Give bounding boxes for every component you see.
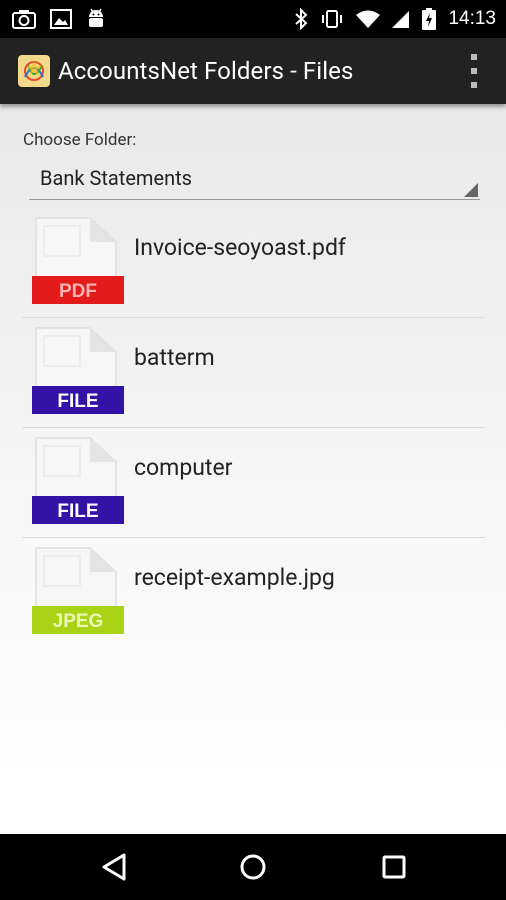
- jpeg-file-icon: JPEG: [32, 547, 124, 634]
- generic-file-icon: FILE: [32, 437, 124, 524]
- folder-dropdown-value: Bank Statements: [40, 166, 192, 190]
- file-name: computer: [134, 454, 233, 481]
- app-title: AccountsNet Folders - Files: [58, 57, 354, 85]
- recents-icon[interactable]: [380, 852, 408, 882]
- file-type-label: FILE: [57, 391, 98, 412]
- main-content: Choose Folder: Bank Statements PDF Invoi…: [0, 104, 506, 834]
- file-row[interactable]: JPEG receipt-example.jpg: [22, 538, 485, 648]
- file-name: Invoice-seoyoast.pdf: [134, 234, 346, 261]
- status-bar: 14:13: [0, 0, 506, 38]
- folder-dropdown[interactable]: Bank Statements: [29, 162, 480, 200]
- status-system-icons: 14:13: [294, 8, 496, 30]
- android-icon: [86, 8, 106, 30]
- status-time: 14:13: [448, 8, 496, 29]
- image-icon: [50, 9, 72, 29]
- file-row[interactable]: FILE batterm: [22, 318, 485, 428]
- choose-folder-label: Choose Folder:: [23, 130, 137, 150]
- file-list: PDF Invoice-seoyoast.pdf FILE batterm FI…: [22, 208, 485, 648]
- home-icon[interactable]: [238, 852, 268, 882]
- vibrate-icon: [320, 9, 344, 29]
- pdf-file-icon: PDF: [32, 217, 124, 304]
- action-bar: AccountsNet Folders - Files: [0, 38, 506, 104]
- file-type-label: FILE: [57, 501, 98, 522]
- more-options-icon[interactable]: [468, 54, 480, 88]
- file-name: receipt-example.jpg: [134, 564, 335, 591]
- status-notifications: [12, 8, 106, 30]
- wifi-icon: [356, 9, 381, 29]
- file-row[interactable]: PDF Invoice-seoyoast.pdf: [22, 208, 485, 318]
- file-type-label: JPEG: [53, 611, 104, 632]
- app-logo-icon[interactable]: [18, 55, 50, 87]
- navigation-bar: [0, 834, 506, 900]
- file-row[interactable]: FILE computer: [22, 428, 485, 538]
- file-type-label: PDF: [59, 281, 97, 302]
- generic-file-icon: FILE: [32, 327, 124, 414]
- dropdown-arrow-icon: [464, 183, 478, 197]
- bluetooth-icon: [294, 8, 308, 30]
- signal-icon: [392, 9, 410, 29]
- camera-icon: [12, 9, 36, 29]
- back-icon[interactable]: [100, 852, 128, 882]
- file-name: batterm: [134, 344, 215, 371]
- battery-icon: [422, 8, 437, 30]
